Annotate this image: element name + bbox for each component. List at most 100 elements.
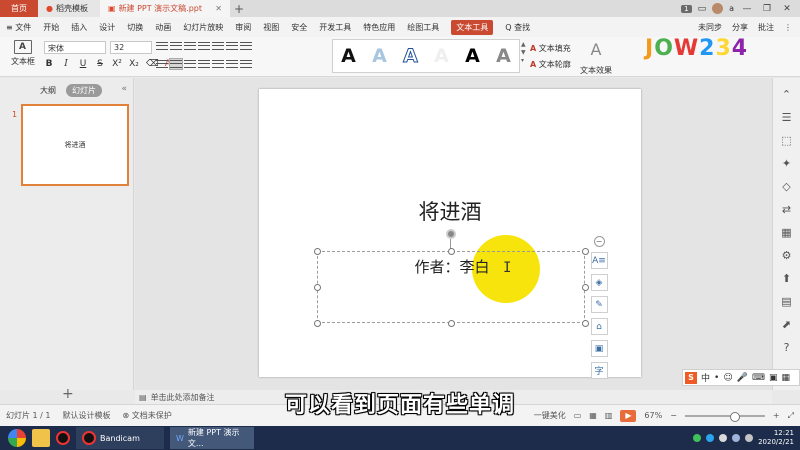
menu-home[interactable]: 开始 — [43, 22, 59, 33]
record-icon[interactable] — [56, 431, 70, 445]
text-style-faint[interactable]: A — [434, 45, 449, 67]
align-center-icon[interactable] — [169, 58, 183, 70]
qq-tray-icon[interactable] — [706, 434, 715, 442]
more-icon[interactable]: ⋮ — [784, 23, 792, 32]
wechat-tray-icon[interactable] — [693, 434, 702, 442]
backup-icon[interactable]: ⬆ — [780, 272, 794, 285]
menu-view[interactable]: 视图 — [263, 22, 279, 33]
tray-icon[interactable] — [719, 434, 728, 442]
resize-handle-ml[interactable] — [314, 284, 321, 291]
italic-icon[interactable]: I — [61, 59, 71, 69]
text-layout-icon[interactable]: A≡ — [590, 252, 608, 269]
resize-handle-bc[interactable] — [448, 320, 455, 327]
text-outline-button[interactable]: A 文本轮廓 — [530, 57, 571, 73]
align-left-icon[interactable] — [156, 59, 168, 69]
textbox-button[interactable]: 文本框 — [7, 40, 39, 67]
superscript-icon[interactable]: X² — [112, 59, 122, 69]
clock[interactable]: 12:21 2020/2/21 — [758, 429, 794, 447]
comment-button[interactable]: 批注 — [758, 22, 774, 33]
numbered-list-icon[interactable] — [170, 41, 182, 51]
text-style-icon[interactable]: 字 — [590, 362, 608, 379]
taskbar-bandicam[interactable]: Bandicam — [76, 427, 164, 449]
chart-icon[interactable]: ▦ — [780, 226, 794, 239]
eraser-icon[interactable]: ⌂ — [590, 318, 608, 335]
select-icon[interactable]: ⬚ — [780, 134, 794, 147]
slide-subtitle[interactable]: 作者：李白 — [318, 256, 586, 277]
sidebar-toggle-icon[interactable]: ▭ — [698, 4, 707, 14]
slide-title[interactable]: 将进酒 — [259, 196, 641, 226]
gallery-scroll[interactable]: ▲ ▼ ▾ — [521, 41, 526, 65]
properties-icon[interactable]: ☰ — [780, 111, 794, 124]
text-fill-button[interactable]: A 文本填充 — [530, 41, 571, 57]
notification-count[interactable]: 1 — [681, 4, 692, 13]
file-explorer-icon[interactable] — [32, 429, 50, 447]
tab-home[interactable]: 首页 — [0, 0, 38, 17]
menu-developer[interactable]: 开发工具 — [319, 22, 351, 33]
slide[interactable]: 将进酒 作者：李白 I — [259, 89, 641, 377]
subscript-icon[interactable]: X₂ — [129, 59, 139, 69]
resize-handle-tl[interactable] — [314, 248, 321, 255]
sync-status[interactable]: 未同步 — [698, 22, 722, 33]
transition-icon[interactable]: ⇄ — [780, 203, 794, 216]
text-style-outline-blue[interactable]: A — [403, 45, 419, 68]
new-tab-button[interactable]: + — [230, 2, 248, 16]
search-button[interactable]: Q 查找 — [505, 22, 530, 33]
columns-icon[interactable] — [240, 41, 252, 51]
clear-format-icon[interactable]: ⌫ — [146, 59, 159, 69]
restore-icon[interactable]: ❐ — [760, 4, 774, 14]
pen-icon[interactable]: ✎ — [590, 296, 608, 313]
avatar[interactable] — [712, 3, 724, 14]
resize-handle-tr[interactable] — [582, 248, 589, 255]
taskbar-wps[interactable]: W 新建 PPT 演示文... — [170, 427, 254, 449]
menu-review[interactable]: 审阅 — [235, 22, 251, 33]
font-name-select[interactable]: 宋体 — [44, 41, 106, 54]
tab-outline[interactable]: 大纲 — [40, 85, 56, 96]
style-icon[interactable]: ⚙ — [780, 249, 794, 262]
align-middle-icon[interactable] — [240, 59, 252, 69]
menu-drawing-tools[interactable]: 绘图工具 — [407, 22, 439, 33]
collapse-toolbar-icon[interactable]: − — [593, 236, 605, 247]
menu-transitions[interactable]: 切换 — [127, 22, 143, 33]
menu-features[interactable]: 特色应用 — [363, 22, 395, 33]
ime-lang[interactable]: 中 — [701, 371, 710, 384]
resize-handle-tc[interactable] — [448, 248, 455, 255]
align-right-icon[interactable] — [184, 59, 196, 69]
resize-handle-bl[interactable] — [314, 320, 321, 327]
distribute-icon[interactable] — [212, 59, 224, 69]
strikethrough-icon[interactable]: S — [95, 59, 105, 69]
text-direction-icon[interactable] — [226, 41, 238, 51]
menu-slideshow[interactable]: 幻灯片放映 — [183, 22, 223, 33]
start-button-icon[interactable] — [8, 429, 26, 447]
volume-tray-icon[interactable] — [745, 434, 754, 442]
underline-icon[interactable]: U — [78, 59, 88, 69]
text-style-black[interactable]: A — [341, 45, 356, 67]
justify-icon[interactable] — [198, 59, 210, 69]
share-panel-icon[interactable]: ⬈ — [780, 318, 794, 331]
ime-emoji-icon[interactable]: ☺ — [723, 373, 732, 383]
ime-punct-icon[interactable]: • — [714, 373, 719, 383]
frame-icon[interactable]: ▣ — [590, 340, 608, 357]
bold-icon[interactable]: B — [44, 59, 54, 69]
text-effect-button[interactable]: A 文本效果 — [580, 41, 612, 76]
animation-icon[interactable]: ✦ — [780, 157, 794, 170]
slide-thumbnail[interactable]: 将进酒 — [21, 104, 129, 186]
subtitle-textbox[interactable]: 作者：李白 — [314, 248, 589, 327]
network-tray-icon[interactable] — [732, 434, 741, 442]
close-tab-icon[interactable]: ✕ — [215, 4, 222, 13]
align-top-icon[interactable] — [226, 59, 238, 69]
line-spacing-icon[interactable] — [212, 41, 224, 51]
menu-file[interactable]: ≡ 文件 — [6, 22, 31, 33]
close-window-icon[interactable]: ✕ — [780, 4, 794, 14]
increase-indent-icon[interactable] — [198, 41, 210, 51]
resize-handle-br[interactable] — [582, 320, 589, 327]
menu-security[interactable]: 安全 — [291, 22, 307, 33]
ime-keyboard-icon[interactable]: ⌨ — [752, 373, 765, 383]
font-size-select[interactable]: 32 — [110, 41, 152, 54]
menu-design[interactable]: 设计 — [99, 22, 115, 33]
menu-animations[interactable]: 动画 — [155, 22, 171, 33]
rotate-handle[interactable] — [446, 229, 456, 239]
layers-icon[interactable]: ◈ — [590, 274, 608, 291]
text-style-black-2[interactable]: A — [465, 45, 480, 67]
minimize-icon[interactable]: — — [740, 4, 754, 14]
shapes-icon[interactable]: ◇ — [780, 180, 794, 193]
